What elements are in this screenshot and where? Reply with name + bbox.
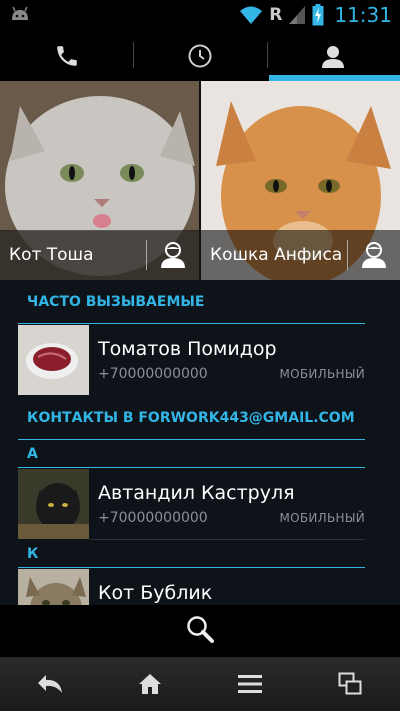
list-item[interactable]: Автандил Каструля +70000000000 МОБИЛЬНЫЙ [18,468,365,540]
contact-name: Автандил Каструля [98,482,295,504]
search-button[interactable] [185,614,215,648]
person-icon [322,45,345,68]
contact-card-icon [161,242,185,268]
roaming-indicator: R [269,5,283,25]
contact-card-icon [362,242,386,268]
bottom-action-bar [0,605,400,657]
contact-list[interactable]: ЧАСТО ВЫЗЫВАЕМЫЕ Томатов Помидор +700000… [0,280,400,605]
contact-photo [18,469,89,539]
contact-photo [18,325,89,395]
contact-phone: +70000000000 [98,510,208,526]
recent-apps-button[interactable] [300,657,400,711]
list-item[interactable]: Кот Бублик [18,568,365,605]
recent-apps-icon [338,672,362,695]
favorite-tile[interactable]: Кошка Анфиса [201,81,400,280]
favorite-name: Кошка Анфиса [210,245,343,265]
wifi-icon [240,6,263,24]
back-button[interactable] [0,657,100,711]
section-header-account: КОНТАКТЫ В FORWORK443@GMAIL.COM [18,396,365,440]
back-icon [38,675,62,693]
home-button[interactable] [100,657,200,711]
quick-contact-button[interactable] [147,230,199,280]
system-navigation-bar [0,657,400,711]
letter-header: А [18,440,365,468]
search-icon [187,616,214,643]
contact-photo [18,569,89,605]
divider [89,539,365,540]
tab-contacts[interactable] [266,30,400,81]
home-icon [139,674,161,694]
clock-icon [188,44,212,67]
favorite-tile-bar: Кошка Анфиса [201,230,400,280]
tab-call-log[interactable] [133,30,266,81]
menu-button[interactable] [200,657,300,711]
phone-type: МОБИЛЬНЫЙ [279,367,365,381]
favorite-name: Кот Тоша [9,245,94,265]
contact-name: Кот Бублик [98,582,213,604]
android-icon [12,6,28,20]
phone-type: МОБИЛЬНЫЙ [279,511,365,525]
contact-phone: +70000000000 [98,366,208,382]
section-header-frequent: ЧАСТО ВЫЗЫВАЕМЫЕ [18,280,365,324]
quick-contact-button[interactable] [348,230,400,280]
favorites-grid: Кот Тоша Кошка Анфиса [0,81,400,280]
clock-time: 11:31 [334,3,392,27]
signal-icon [289,6,306,24]
favorite-tile-bar: Кот Тоша [0,230,199,280]
tab-phone[interactable] [0,30,133,81]
menu-icon [238,675,262,693]
tab-bar [0,30,400,81]
status-bar: R 11:31 [0,0,400,30]
battery-charging-icon [312,4,324,26]
contact-name: Томатов Помидор [98,338,277,360]
list-item[interactable]: Томатов Помидор +70000000000 МОБИЛЬНЫЙ [18,324,365,396]
phone-icon [56,45,77,66]
letter-header: К [18,540,365,568]
favorite-tile[interactable]: Кот Тоша [0,81,199,280]
